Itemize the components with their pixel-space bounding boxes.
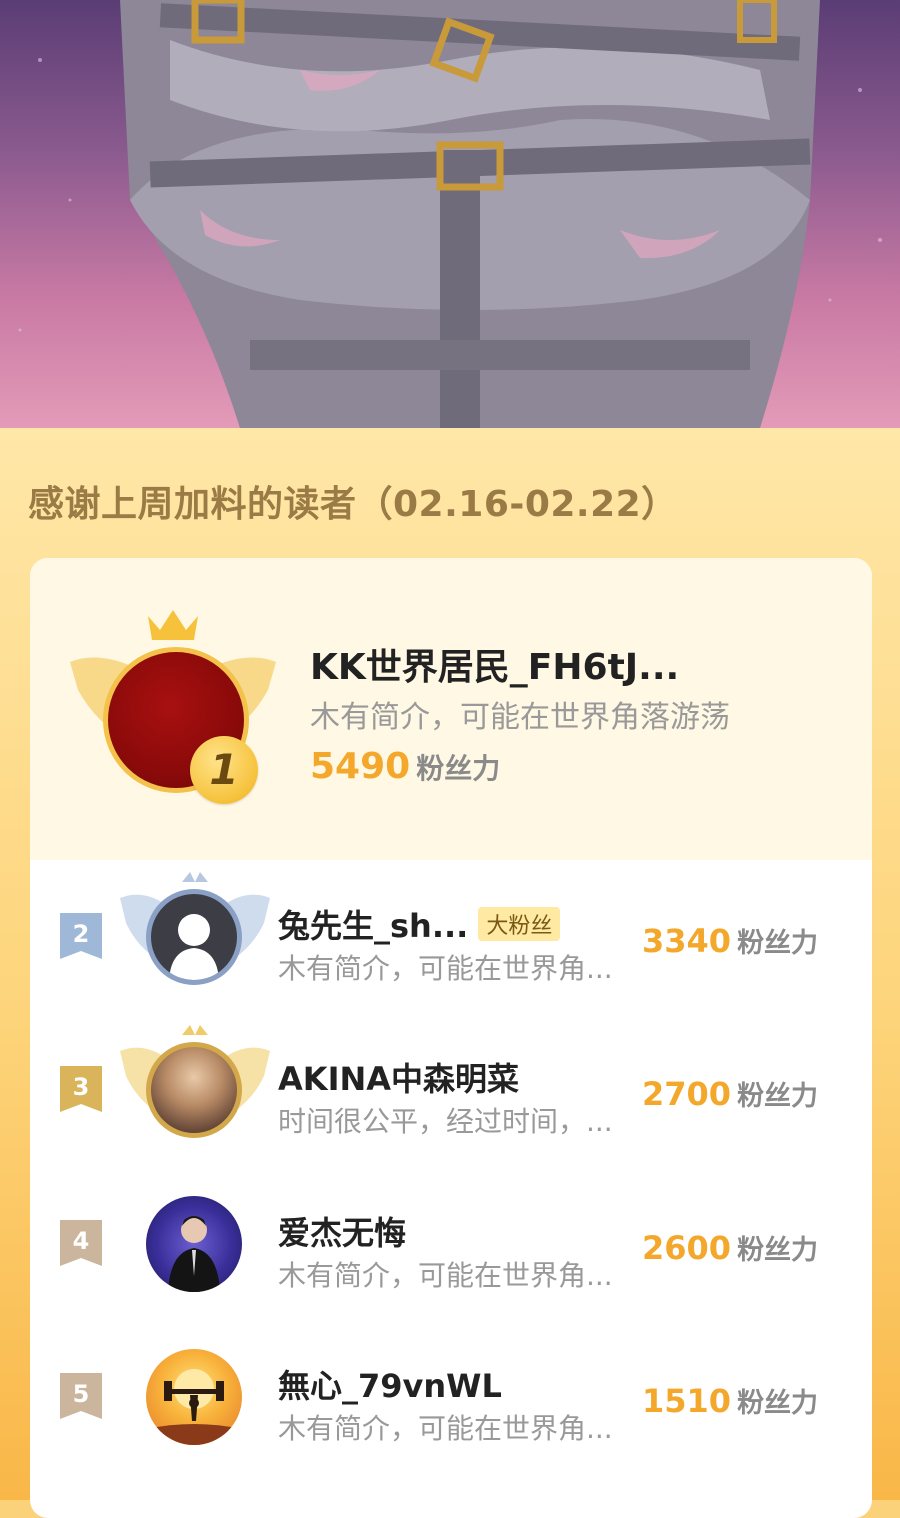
reader-row-4[interactable]: 4 爱杰无悔 木有简介，可能在世界角... 2600 粉丝力 (30, 1170, 872, 1320)
rank-number: 2 (73, 920, 90, 948)
score-unit: 粉丝力 (737, 928, 819, 959)
rank-1-medal: 1 (190, 736, 258, 804)
big-fan-tag: 大粉丝 (478, 907, 561, 941)
score-unit: 粉丝力 (416, 752, 501, 785)
fan-power-score: 2600 粉丝力 (642, 1228, 818, 1267)
reader-name[interactable]: 爱杰无悔 (278, 1208, 406, 1254)
reader-row-5[interactable]: 5 無心_79vnWL 木有简介，可能在世界角... 1510 粉丝力 (30, 1323, 872, 1473)
reader-row-3[interactable]: 3 AKINA中森明菜 时间很公平，经过时间，... 2700 粉丝力 (30, 1016, 872, 1166)
score-value: 5490 (310, 746, 411, 787)
reader-name[interactable]: 兔先生_sh... 大粉丝 (278, 901, 561, 947)
reader-bio: 木有简介，可能在世界角落游荡 (310, 700, 730, 735)
section-title: 感谢上周加料的读者（02.16-02.22） (28, 484, 678, 525)
person-photo-icon (168, 1216, 220, 1292)
score-unit: 粉丝力 (737, 1388, 819, 1419)
sunset-figure-icon (146, 1369, 242, 1445)
reader-bio: 木有简介，可能在世界角... (278, 1412, 613, 1445)
reader-name[interactable]: AKINA中森明菜 (278, 1054, 519, 1100)
reader-name-text: 兔先生_sh... (278, 907, 469, 945)
score-value: 2600 (642, 1229, 732, 1267)
default-avatar-icon (169, 914, 219, 980)
reader-bio: 时间很公平，经过时间，... (278, 1105, 613, 1138)
score-unit: 粉丝力 (737, 1081, 819, 1112)
rank-ribbon-icon: 2 (60, 913, 102, 959)
rank-ribbon-icon: 4 (60, 1220, 102, 1266)
avatar[interactable] (146, 889, 242, 985)
score-value: 2700 (642, 1075, 732, 1113)
score-value: 1510 (642, 1382, 732, 1420)
rank-number: 4 (73, 1227, 90, 1255)
avatar[interactable] (146, 1196, 242, 1292)
avatar[interactable] (146, 1349, 242, 1445)
fan-power-score: 2700 粉丝力 (642, 1074, 818, 1113)
fan-power-score: 5490 粉丝力 (310, 746, 500, 787)
fan-power-score: 3340 粉丝力 (642, 921, 818, 960)
reader-bio: 木有简介，可能在世界角... (278, 1259, 613, 1292)
reader-bio: 木有简介，可能在世界角... (278, 952, 613, 985)
reader-name[interactable]: KK世界居民_FH6tJ... (310, 638, 679, 690)
rank-number: 3 (73, 1073, 90, 1101)
rank-ribbon-icon: 3 (60, 1066, 102, 1112)
top-reader-row[interactable]: 1 KK世界居民_FH6tJ... 木有简介，可能在世界角落游荡 5490 粉丝力 (30, 558, 872, 860)
reader-row-2[interactable]: 2 兔先生_sh... 大粉丝 木有简介，可能在世界角... 3340 粉丝力 (30, 863, 872, 1013)
reader-name[interactable]: 無心_79vnWL (278, 1361, 502, 1407)
avatar[interactable] (146, 1042, 242, 1138)
score-value: 3340 (642, 922, 732, 960)
comic-banner-image (0, 0, 900, 428)
rank-number: 5 (73, 1380, 90, 1408)
rank-ribbon-icon: 5 (60, 1373, 102, 1419)
ranking-card: 1 KK世界居民_FH6tJ... 木有简介，可能在世界角落游荡 5490 粉丝力… (30, 558, 872, 1518)
character-illustration (18, 0, 882, 428)
score-unit: 粉丝力 (737, 1235, 819, 1266)
fan-power-score: 1510 粉丝力 (642, 1381, 818, 1420)
